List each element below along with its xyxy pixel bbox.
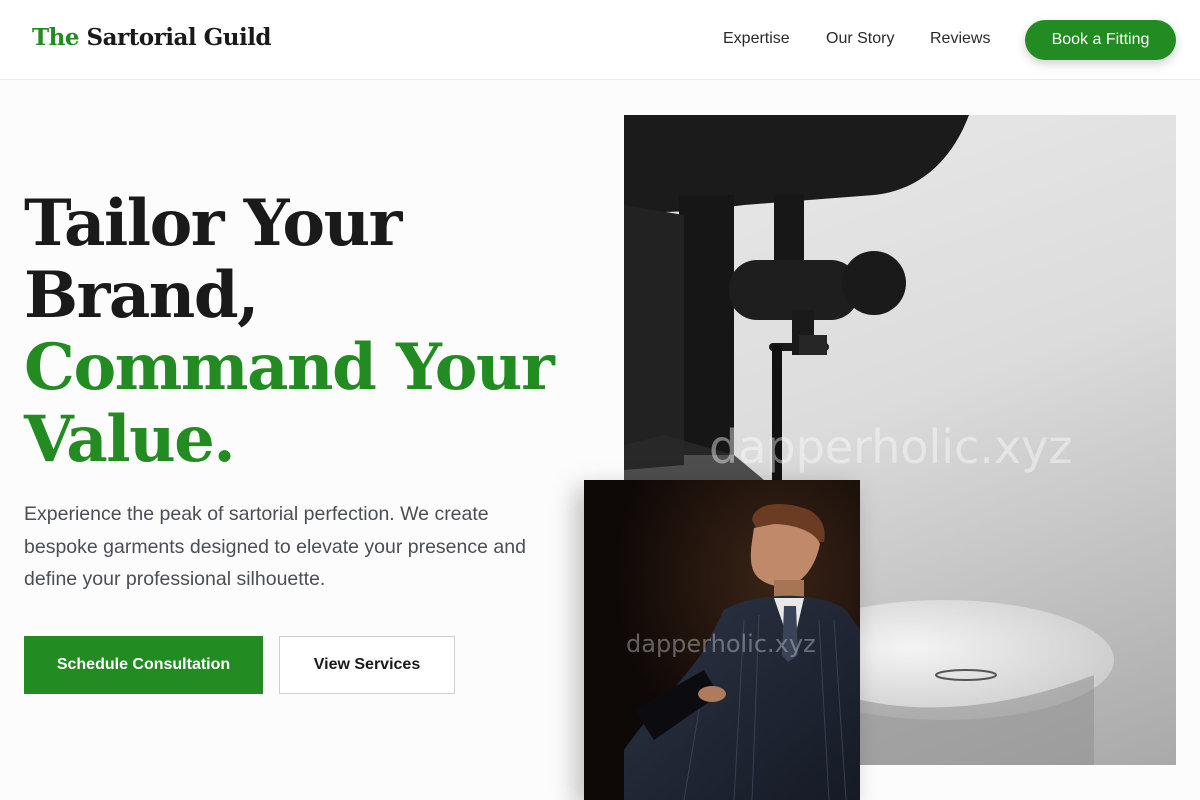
nav-link-reviews[interactable]: Reviews (930, 30, 990, 48)
tailored-suit-portrait: dapperholic.xyz (584, 480, 860, 800)
headline-line-1: Tailor Your (24, 186, 402, 261)
portrait-watermark: dapperholic.xyz (626, 630, 816, 658)
brand-logo[interactable]: The Sartorial Guild (32, 24, 272, 51)
book-fitting-button[interactable]: Book a Fitting (1025, 20, 1176, 60)
hero-description: Experience the peak of sartorial perfect… (24, 503, 526, 590)
site-header: The Sartorial Guild Expertise Our Story … (0, 0, 1200, 80)
view-services-button[interactable]: View Services (279, 636, 455, 694)
nav-link-expertise[interactable]: Expertise (723, 30, 790, 48)
image-watermark: dapperholic.xyz (709, 420, 1073, 474)
headline-line-2: Brand, (24, 258, 259, 333)
nav-link-our-story[interactable]: Our Story (826, 30, 894, 48)
logo-text: Sartorial Guild (86, 24, 272, 51)
schedule-consultation-button[interactable]: Schedule Consultation (24, 636, 263, 694)
headline-line-3: Command Your (24, 330, 555, 405)
hero-headline: Tailor Your Brand, Command Your Value. (24, 188, 584, 476)
headline-line-4: Value. (24, 402, 236, 477)
logo-accent-text: The (32, 24, 79, 51)
